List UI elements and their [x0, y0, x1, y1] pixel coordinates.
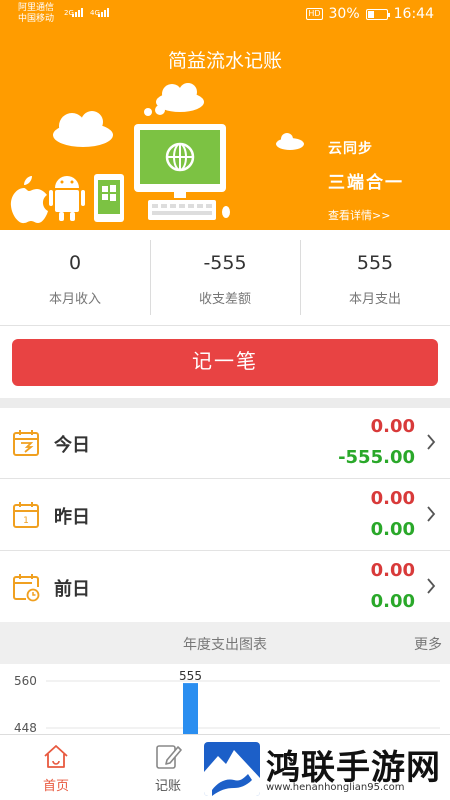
chart-data-label: 555 [179, 669, 202, 683]
app-title: 简益流水记账 [167, 50, 282, 72]
site-watermark: 鸿联手游网 www.henanhonglian95.com [204, 740, 450, 800]
chart-more-link[interactable]: 更多 [414, 634, 442, 654]
day-row-day-before[interactable]: 前日 0.00 0.00 [0, 552, 450, 623]
promo-line-1: 云同步 [328, 141, 373, 157]
summary-label: 本月支出 [348, 292, 401, 307]
day-income: 0.00 [370, 488, 415, 509]
day-label: 前日 [54, 579, 90, 600]
tab-home[interactable]: 首页 [0, 735, 112, 800]
chevron-right-icon [427, 506, 436, 522]
day-expense: -555.00 [338, 447, 415, 468]
signal-icon-2 [98, 8, 109, 17]
carrier-2: 中国移动 [18, 14, 55, 24]
app-screen: 阿里通信 中国移动 2G 4G HD 30% 16:44 简益流水记账 云同步 … [0, 0, 450, 800]
chart-bar [183, 683, 198, 734]
summary-value: 0 [68, 252, 82, 274]
calendar-clock-icon [13, 574, 40, 602]
battery-icon [365, 8, 390, 20]
carrier-1: 阿里通信 [18, 3, 55, 13]
chart-svg: 560 448 555 [14, 669, 440, 734]
watermark-url: www.henanhonglian95.com [266, 782, 405, 793]
promo-details-link[interactable]: 查看详情>> [328, 207, 404, 223]
day-label: 昨日 [54, 507, 90, 528]
status-bar: 阿里通信 中国移动 2G 4G HD 30% 16:44 [0, 0, 450, 32]
calendar-yesterday-icon: 1 [13, 502, 39, 528]
summary-label: 收支差额 [198, 292, 251, 307]
tab-label: 首页 [42, 779, 69, 794]
edit-icon [156, 745, 182, 769]
sync-illustration [10, 83, 304, 224]
summary-value: 555 [356, 252, 394, 274]
record-section: 记一笔 [0, 326, 450, 398]
day-income: 0.00 [370, 560, 415, 581]
day-expense: 0.00 [370, 519, 415, 540]
summary-label: 本月收入 [48, 292, 101, 307]
chart-title: 年度支出图表 [183, 637, 267, 653]
chart-y-tick-label: 448 [14, 721, 37, 734]
status-right: HD 30% 16:44 [306, 6, 434, 22]
chart-header: 年度支出图表 更多 [0, 622, 450, 664]
day-income: 0.00 [370, 416, 415, 437]
battery-percent: 30% [328, 6, 360, 22]
day-expense: 0.00 [370, 591, 415, 612]
day-row-yesterday[interactable]: 1 昨日 0.00 0.00 [0, 480, 450, 551]
chevron-right-icon [427, 578, 436, 594]
summary-income: 0 本月收入 [0, 230, 150, 325]
day-label: 今日 [54, 435, 90, 456]
calendar-today-icon [13, 430, 39, 456]
svg-text:1: 1 [23, 516, 29, 526]
monthly-summary: 0 本月收入 -555 收支差额 555 本月支出 [0, 230, 450, 326]
summary-expense: 555 本月支出 [300, 230, 450, 325]
summary-balance: -555 收支差额 [150, 230, 300, 325]
promo-block: 云同步 三端合一 查看详情>> [328, 138, 404, 223]
clock: 16:44 [393, 6, 434, 22]
day-row-today[interactable]: 今日 0.00 -555.00 [0, 408, 450, 479]
header-banner: 阿里通信 中国移动 2G 4G HD 30% 16:44 简益流水记账 云同步 … [0, 0, 450, 230]
promo-line-2: 三端合一 [328, 173, 404, 193]
chart-y-tick-label: 560 [14, 674, 37, 688]
home-icon [44, 745, 68, 768]
chevron-right-icon [427, 434, 436, 450]
carrier-info: 阿里通信 中国移动 [18, 3, 54, 25]
section-divider [0, 398, 450, 408]
annual-expense-chart: 560 448 555 [0, 664, 450, 734]
signal-icon [72, 8, 83, 17]
hd-badge: HD [306, 8, 323, 20]
watermark-logo [204, 742, 260, 796]
summary-value: -555 [203, 252, 247, 274]
record-entry-button[interactable]: 记一笔 [12, 339, 438, 386]
watermark-logo-art [204, 750, 260, 796]
